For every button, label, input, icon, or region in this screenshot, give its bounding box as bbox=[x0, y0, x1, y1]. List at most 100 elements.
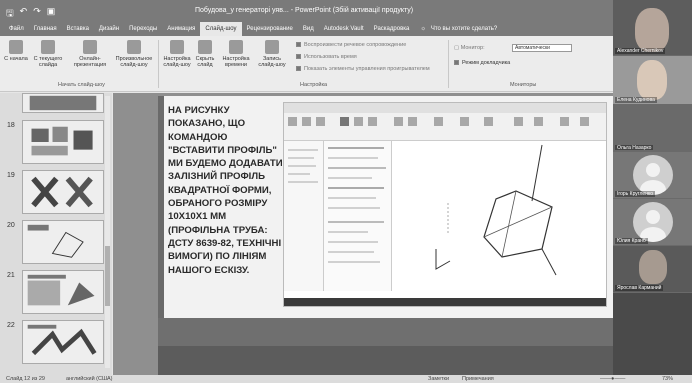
zoom-slider[interactable]: ——●—— bbox=[600, 376, 625, 382]
from-current-button[interactable]: С текущего слайда bbox=[32, 40, 64, 68]
participant-tile[interactable]: Юлия Кранб bbox=[613, 199, 692, 245]
tab-slideshow[interactable]: Слайд-шоу bbox=[200, 22, 242, 36]
group-setup-label: Настройка bbox=[300, 82, 328, 88]
custom-slideshow-button[interactable]: Произвольное слайд-шоу bbox=[114, 40, 154, 68]
monitor-label: ▢ Монитор: bbox=[454, 45, 485, 51]
slide-footer-band bbox=[158, 318, 613, 346]
avatar bbox=[633, 202, 673, 242]
record-slideshow-button[interactable]: Запись слайд-шоу bbox=[254, 40, 290, 68]
video-conference-sidebar: Alexander Chernikov Елена Кудинова Ольга… bbox=[613, 0, 692, 375]
play-current-icon bbox=[41, 40, 55, 54]
start-slideshow-icon[interactable]: ▣ bbox=[47, 6, 56, 22]
avatar bbox=[633, 155, 673, 195]
quick-access-toolbar: 🖫 ↶ ↷ ▣ bbox=[6, 6, 55, 22]
tab-animations[interactable]: Анимация bbox=[162, 22, 200, 36]
cad-browser-panel bbox=[284, 141, 324, 291]
monitor-select[interactable]: Автоматически bbox=[512, 44, 572, 52]
undo-icon[interactable]: ↶ bbox=[20, 6, 28, 22]
hide-slide-icon bbox=[198, 40, 212, 54]
redo-icon[interactable]: ↷ bbox=[33, 6, 41, 22]
participant-video bbox=[637, 60, 667, 100]
slide-editor: НА РИСУНКУ ПОКАЗАНО, ЩО КОМАНДОЮ "ВСТАВИ… bbox=[113, 93, 613, 375]
slide-thumbnail[interactable]: 21 bbox=[7, 270, 104, 314]
group-monitors-label: Мониторы bbox=[510, 82, 537, 88]
sketch-drawing bbox=[435, 144, 557, 276]
divider bbox=[158, 40, 159, 88]
tab-design[interactable]: Дизайн bbox=[94, 22, 124, 36]
embedded-cad-screenshot[interactable] bbox=[283, 102, 607, 307]
notes-area[interactable] bbox=[158, 346, 613, 375]
checkbox-box bbox=[296, 54, 301, 59]
divider bbox=[448, 40, 449, 88]
slide-counter: Слайд 12 из 29 bbox=[6, 376, 45, 382]
participant-video bbox=[639, 250, 667, 284]
checkbox-box bbox=[454, 60, 459, 65]
slide-thumbnail[interactable]: 22 bbox=[7, 320, 104, 364]
timer-icon bbox=[229, 40, 243, 54]
tab-autodesk-vault[interactable]: Autodesk Vault bbox=[319, 22, 369, 36]
record-icon bbox=[265, 40, 279, 54]
play-icon bbox=[9, 40, 23, 54]
participant-tile[interactable]: Елена Кудинова bbox=[613, 56, 692, 104]
tab-insert[interactable]: Вставка bbox=[62, 22, 94, 36]
slide-thumbnail[interactable]: 19 bbox=[7, 170, 104, 214]
setup-slideshow-button[interactable]: Настройка слайд-шоу bbox=[162, 40, 192, 68]
tab-file[interactable]: Файл bbox=[4, 22, 29, 36]
globe-icon bbox=[83, 40, 97, 54]
controls-checkbox[interactable]: Показать элементы управления проигрывате… bbox=[296, 66, 430, 72]
thumbnails-scrollbar[interactable] bbox=[105, 96, 110, 368]
current-slide[interactable]: НА РИСУНКУ ПОКАЗАНО, ЩО КОМАНДОЮ "ВСТАВИ… bbox=[158, 96, 613, 346]
setup-icon bbox=[170, 40, 184, 54]
cad-properties-panel bbox=[324, 141, 392, 291]
participant-tile[interactable]: Ярослав Карманий bbox=[613, 246, 692, 292]
notes-button[interactable]: Заметки bbox=[428, 376, 449, 382]
thumbnail-image bbox=[27, 274, 95, 306]
narration-checkbox[interactable]: Воспроизвести речевое сопровождение bbox=[296, 42, 406, 48]
language-indicator[interactable]: английский (США) bbox=[66, 376, 113, 382]
tab-transitions[interactable]: Переходы bbox=[124, 22, 162, 36]
help-search[interactable]: Что вы хотите сделать? bbox=[426, 22, 502, 36]
custom-show-icon bbox=[127, 40, 141, 54]
thumbnail-image bbox=[31, 126, 93, 156]
hide-slide-button[interactable]: Скрыть слайд bbox=[194, 40, 216, 68]
empty-tile bbox=[613, 293, 692, 375]
powerpoint-window: 🖫 ↶ ↷ ▣ Побудова_у генераторі уяв... - P… bbox=[0, 0, 613, 383]
participant-video bbox=[635, 8, 669, 52]
cad-ribbon bbox=[284, 113, 606, 141]
scrollbar-thumb[interactable] bbox=[105, 246, 110, 306]
participant-tile[interactable]: Alexander Chernikov bbox=[613, 0, 692, 55]
slide-thumbnail[interactable] bbox=[22, 93, 104, 113]
timings-checkbox[interactable]: Использовать время bbox=[296, 54, 357, 60]
slide-thumbnail[interactable]: 18 bbox=[7, 120, 104, 164]
ribbon-tabs: Файл Главная Вставка Дизайн Переходы Ани… bbox=[0, 22, 613, 36]
rehearse-timings-button[interactable]: Настройка времени bbox=[220, 40, 252, 68]
slide-thumbnail[interactable]: 20 bbox=[7, 220, 104, 264]
presenter-view-checkbox[interactable]: Режим докладчика bbox=[454, 60, 510, 66]
tab-home[interactable]: Главная bbox=[29, 22, 62, 36]
tab-review[interactable]: Рецензирование bbox=[242, 22, 298, 36]
participant-tile[interactable]: Ольга Назарко bbox=[613, 105, 692, 151]
participant-tile[interactable]: Ігорь Кругленко bbox=[613, 152, 692, 198]
thumbnail-image bbox=[27, 224, 84, 258]
tab-view[interactable]: Вид bbox=[298, 22, 319, 36]
from-start-button[interactable]: С начала bbox=[4, 40, 28, 62]
windows-taskbar bbox=[284, 298, 606, 306]
ribbon: С начала С текущего слайда Онлайн-презен… bbox=[0, 36, 613, 92]
slide-accent-bar bbox=[158, 96, 164, 346]
zoom-level[interactable]: 73% bbox=[662, 376, 673, 382]
cad-title-bar bbox=[284, 103, 606, 113]
title-bar: 🖫 ↶ ↷ ▣ Побудова_у генераторі уяв... - P… bbox=[0, 0, 613, 22]
tab-storyboard[interactable]: Раскадровка bbox=[369, 22, 415, 36]
comments-button[interactable]: Примечания bbox=[462, 376, 494, 382]
save-icon[interactable]: 🖫 bbox=[6, 6, 14, 22]
monitor-icon: ▢ bbox=[454, 45, 461, 51]
group-start-label: Начать слайд-шоу bbox=[58, 82, 105, 88]
window-title: Побудова_у генераторі уяв... - PowerPoin… bbox=[195, 7, 414, 14]
thumbnail-image bbox=[29, 95, 97, 111]
cad-viewport bbox=[392, 141, 606, 291]
thumbnail-image bbox=[31, 176, 93, 208]
checkbox-box bbox=[296, 66, 301, 71]
status-bar: Слайд 12 из 29 английский (США) Заметки … bbox=[0, 375, 692, 383]
slide-text[interactable]: НА РИСУНКУ ПОКАЗАНО, ЩО КОМАНДОЮ "ВСТАВИ… bbox=[168, 104, 286, 277]
online-presentation-button[interactable]: Онлайн-презентация bbox=[70, 40, 110, 68]
